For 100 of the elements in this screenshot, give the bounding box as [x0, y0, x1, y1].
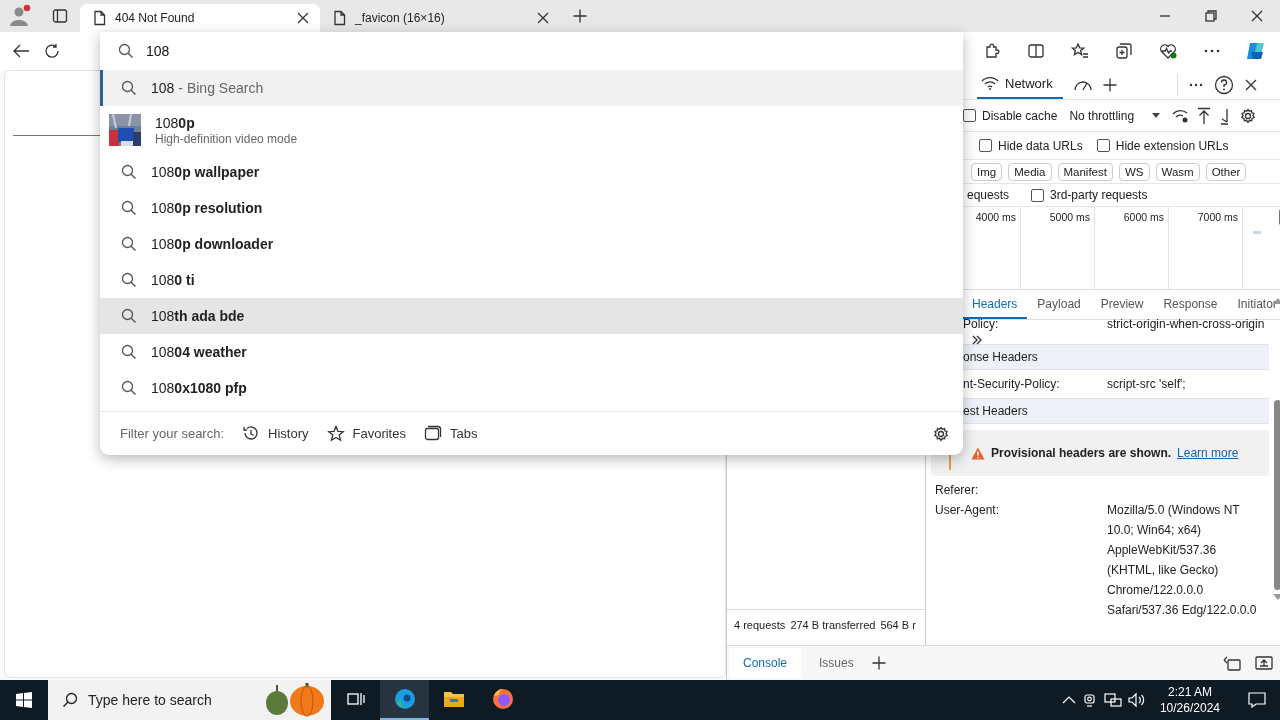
details-tab[interactable]: Payload — [1027, 290, 1091, 319]
new-tab-icon[interactable] — [573, 9, 587, 23]
details-tab[interactable]: Response — [1153, 290, 1228, 319]
suggestion-text: 1080p — [155, 114, 196, 131]
suggestion-item[interactable]: 1080p downloader — [100, 226, 963, 262]
filter-label: Filter your search: — [120, 426, 225, 441]
camera-icon[interactable] — [1081, 692, 1098, 708]
suggestion-subtitle: High-definition video mode — [155, 131, 298, 146]
add-panel-icon[interactable] — [1102, 77, 1117, 92]
browser-tab[interactable]: _favicon (16×16) — [320, 4, 560, 32]
close-icon[interactable] — [1251, 10, 1263, 22]
notification-icon[interactable] — [1248, 692, 1266, 708]
history-icon — [242, 424, 261, 443]
chevron-up-icon[interactable] — [1061, 695, 1076, 705]
header-name: User-Agent: — [935, 503, 1000, 517]
copilot-icon[interactable] — [1245, 40, 1267, 62]
restore-icon[interactable] — [1205, 10, 1217, 22]
close-icon[interactable] — [1243, 77, 1258, 92]
type-filter-chip[interactable]: Wasm — [1155, 162, 1200, 181]
timeline-tick: 4000 ms — [975, 211, 1016, 223]
type-filter-chip[interactable]: WS — [1118, 162, 1150, 181]
taskbar-app[interactable] — [380, 680, 429, 720]
type-filter-chip[interactable]: Media — [1008, 162, 1052, 181]
settings-icon[interactable] — [1240, 107, 1257, 124]
star-list-icon[interactable] — [1071, 42, 1089, 60]
screen-upload-icon[interactable] — [1254, 655, 1273, 671]
suggestion-text: 1080 ti — [151, 272, 195, 288]
scroll-down-icon[interactable] — [1272, 594, 1280, 600]
back-icon[interactable] — [12, 43, 30, 59]
collections-icon[interactable] — [1115, 42, 1133, 60]
clock-date[interactable]: 10/26/2024 — [1159, 700, 1220, 716]
page-icon — [92, 10, 107, 26]
details-tab[interactable]: Initiator — [1227, 290, 1280, 319]
type-filter-chip[interactable]: Manifest — [1057, 162, 1113, 181]
tabs-icon — [423, 424, 442, 443]
type-filter-chip[interactable]: Other — [1205, 162, 1247, 181]
panel-tab[interactable]: Network — [977, 70, 1063, 99]
throttling-dropdown[interactable]: No throttling — [1063, 104, 1167, 127]
help-icon[interactable] — [1213, 74, 1234, 95]
drawer-tab[interactable]: Issues — [805, 648, 868, 678]
add-tab-icon[interactable] — [871, 656, 886, 670]
search-icon — [62, 692, 78, 708]
double-chevron-icon[interactable] — [971, 334, 983, 346]
suggestion-item[interactable]: 1080 ti — [100, 262, 963, 298]
address-field[interactable]: 108 — [146, 43, 746, 59]
tab-title: 404 Not Found — [115, 11, 196, 25]
close-icon[interactable] — [296, 11, 310, 25]
header-value: Mozilla/5.0 (Windows NT 10.0; Win64; x64) AppleWebKit/537.36 (KHTML, like Gecko) Chrome/122.0.0.0 Safari/537.36 Edg/122.0.0.0 — [1107, 503, 1257, 617]
profile-icon[interactable] — [8, 4, 32, 28]
timeline-tick: 6000 ms — [1123, 211, 1164, 223]
settings-icon[interactable] — [933, 425, 949, 442]
puzzle-icon[interactable] — [983, 42, 1001, 60]
suggestion-text: 1080x1080 pfp — [151, 380, 247, 396]
filter-option[interactable]: History — [242, 424, 309, 443]
timeline-mark — [1253, 231, 1261, 234]
type-filter-chip[interactable]: Img — [971, 162, 1003, 181]
suggestion-item[interactable]: 108 - Bing Search — [100, 70, 963, 106]
timeline-tick: 5000 ms — [1049, 211, 1090, 223]
firefox-icon — [490, 687, 515, 711]
filter-checkbox[interactable]: Hide extension URLs — [1096, 138, 1229, 153]
suggestion-text: 1080p resolution — [151, 200, 263, 216]
suggestion-note: - Bing Search — [178, 80, 264, 96]
search-icon — [121, 272, 137, 288]
filter-option[interactable]: Tabs — [423, 424, 478, 443]
split-screen-icon[interactable] — [1027, 42, 1045, 60]
dock-icon[interactable] — [1222, 655, 1241, 671]
filter-checkbox[interactable]: Hide data URLs — [979, 138, 1083, 153]
clock-time[interactable]: 2:21 AM — [1167, 684, 1212, 700]
suggestion-text: 1080p downloader — [151, 236, 274, 252]
header-name: Policy: — [963, 317, 999, 331]
header-name: Referer: — [935, 483, 979, 497]
timeline-tick: 7000 ms — [1197, 211, 1238, 223]
details-tab[interactable]: Preview — [1090, 290, 1154, 319]
filter-checkbox[interactable]: 3rd-party requests — [1031, 188, 1148, 202]
star-icon — [326, 424, 345, 443]
suggestion-item[interactable]: 1080p resolution — [100, 190, 963, 226]
network-icon[interactable] — [1103, 692, 1122, 708]
heart-pulse-icon[interactable] — [1159, 42, 1177, 60]
upload-icon[interactable] — [1196, 106, 1213, 125]
suggestion-item[interactable]: 1080p wallpaper — [100, 154, 963, 190]
tab-actions-icon[interactable] — [52, 8, 68, 24]
page-icon — [332, 10, 347, 26]
search-icon — [121, 308, 137, 324]
close-icon[interactable] — [536, 11, 550, 25]
disable-cache-checkbox[interactable]: Disable cache — [963, 108, 1058, 123]
volume-icon[interactable] — [1127, 692, 1146, 708]
search-icon — [121, 200, 137, 216]
summary-text: 274 B transferred — [790, 618, 876, 631]
scrollbar-thumb[interactable] — [1274, 400, 1280, 590]
filter-option[interactable]: Favorites — [326, 424, 406, 443]
search-icon — [121, 344, 137, 360]
browser-tab[interactable]: 404 Not Found — [80, 4, 320, 32]
drawer-tab[interactable]: Console — [729, 648, 802, 678]
suggestion-text: 1080p wallpaper — [151, 164, 260, 180]
windows-icon[interactable] — [16, 692, 32, 708]
suggestion-item[interactable]: 1080p High-definition video mode — [100, 106, 963, 154]
learn-more-link[interactable]: Learn more — [1177, 446, 1239, 460]
refresh-icon[interactable] — [44, 43, 60, 59]
taskbar-search-field[interactable]: Type here to search — [48, 680, 331, 720]
suggestion-item[interactable]: 108th ada bde — [100, 298, 963, 334]
